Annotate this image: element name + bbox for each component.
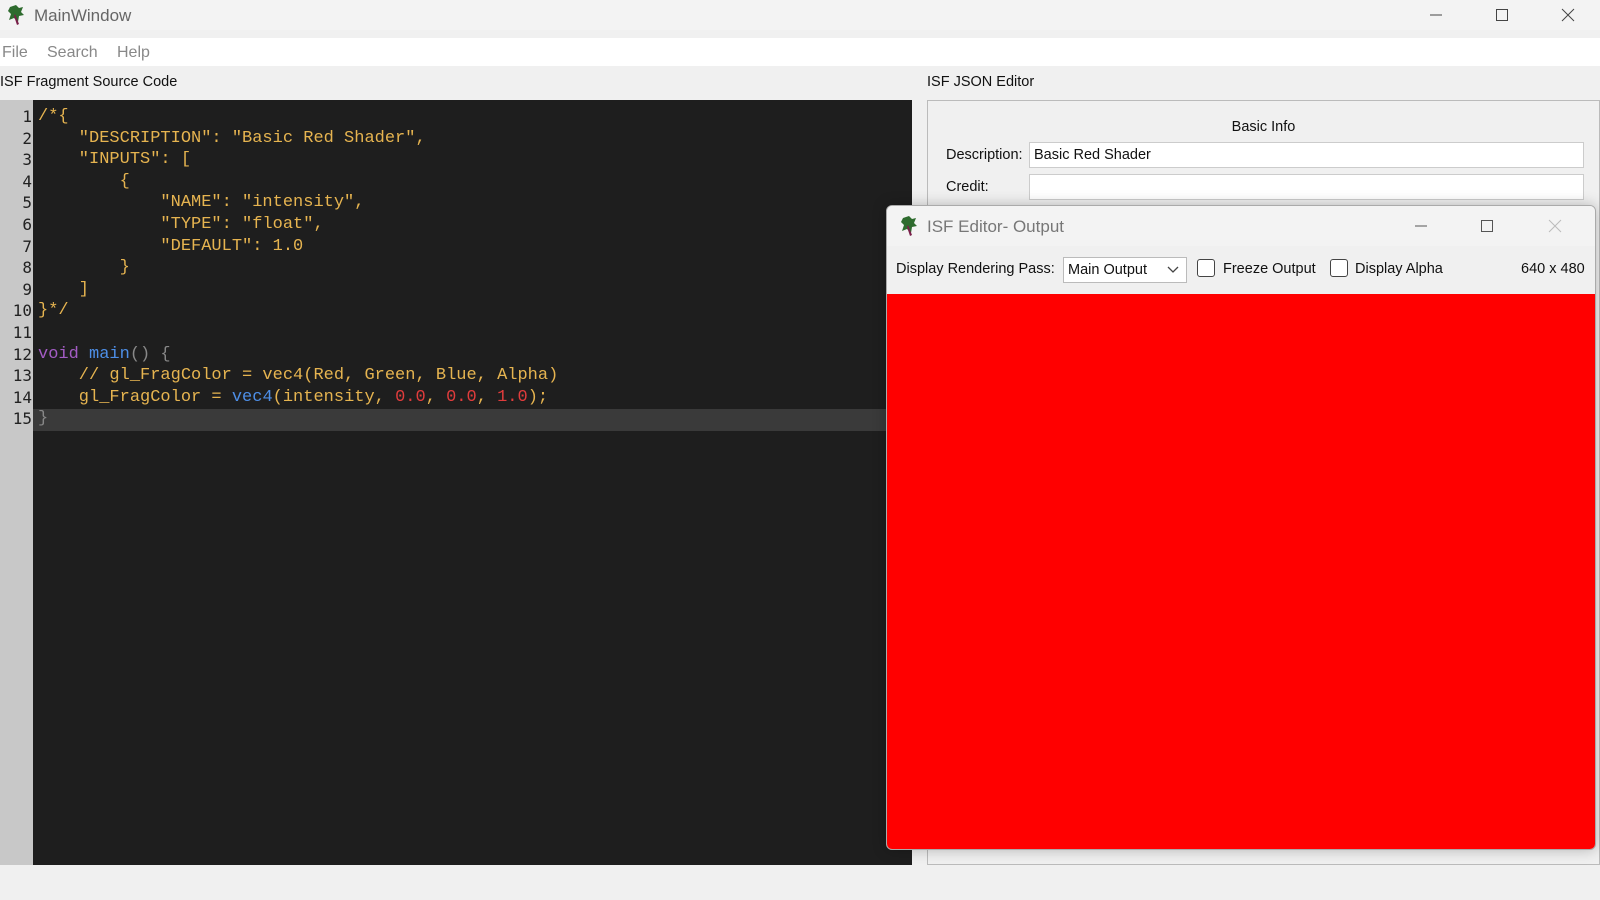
code-line: } — [38, 258, 130, 278]
menu-bar: File Search Help — [0, 38, 1600, 66]
code-line: }*/ — [38, 301, 69, 321]
code-token: (intensity, — [272, 387, 396, 407]
rendering-pass-label: Display Rendering Pass: — [896, 261, 1055, 277]
resolution-readout: 640 x 480 — [1521, 261, 1585, 277]
freeze-output-checkbox[interactable] — [1197, 259, 1215, 277]
line-number: 13 — [12, 366, 32, 386]
rendering-pass-select[interactable]: Main Output — [1063, 257, 1187, 283]
status-bar — [0, 865, 1600, 900]
code-line: } — [38, 409, 49, 429]
code-token: , — [476, 387, 498, 407]
output-window-title: ISF Editor- Output — [927, 217, 1064, 236]
output-maximize-button[interactable] — [1453, 211, 1521, 241]
app-icon — [8, 5, 24, 25]
code-token: () { — [129, 344, 171, 364]
function-token: vec4 — [231, 387, 273, 407]
minimize-icon — [1430, 14, 1442, 16]
close-button[interactable] — [1534, 0, 1600, 30]
freeze-output-label: Freeze Output — [1223, 261, 1316, 277]
chevron-down-icon — [1167, 266, 1179, 273]
code-token: gl_FragColor = — [38, 387, 232, 407]
code-line: { — [38, 171, 130, 191]
menu-help[interactable]: Help — [117, 44, 150, 62]
maximize-button[interactable] — [1468, 0, 1536, 30]
code-token: ); — [527, 387, 549, 407]
render-output-surface — [887, 294, 1595, 849]
maximize-icon — [1496, 9, 1508, 21]
code-line: "TYPE": "float", — [38, 215, 324, 234]
line-number: 2 — [22, 128, 32, 148]
source-pane-label: ISF Fragment Source Code — [0, 74, 178, 90]
line-number: 12 — [12, 344, 32, 364]
keyword-token: void — [38, 344, 79, 364]
description-label: Description: — [946, 147, 1023, 163]
display-alpha-checkbox[interactable] — [1330, 259, 1348, 277]
current-line-highlight — [33, 409, 912, 431]
code-line: ] — [38, 279, 90, 299]
line-number: 5 — [22, 193, 32, 213]
output-window: ISF Editor- Output Display Rendering Pas… — [886, 205, 1596, 850]
line-number: 9 — [22, 279, 32, 299]
menu-search[interactable]: Search — [47, 44, 98, 62]
description-field[interactable]: Basic Red Shader — [1029, 142, 1584, 168]
code-token: , — [425, 387, 447, 407]
number-token: 0.0 — [446, 387, 477, 407]
output-toolbar: Display Rendering Pass: Main Output Free… — [887, 246, 1595, 292]
rendering-pass-value: Main Output — [1068, 262, 1147, 278]
line-number: 15 — [12, 409, 32, 429]
code-line: void main() { — [38, 344, 171, 366]
minimize-button[interactable] — [1402, 0, 1470, 30]
line-number: 8 — [22, 258, 32, 278]
app-icon — [901, 216, 917, 236]
number-token: 0.0 — [395, 387, 426, 407]
line-number: 6 — [22, 215, 32, 234]
line-number: 3 — [22, 150, 32, 170]
code-line: /*{ — [38, 107, 69, 126]
credit-label: Credit: — [946, 179, 989, 195]
maximize-icon — [1481, 220, 1493, 232]
code-line: // gl_FragColor = vec4(Red, Green, Blue,… — [38, 366, 559, 386]
display-alpha-label: Display Alpha — [1355, 261, 1443, 277]
output-close-button[interactable] — [1521, 211, 1589, 241]
code-line: "DESCRIPTION": "Basic Red Shader", — [38, 128, 426, 148]
menu-file[interactable]: File — [2, 44, 28, 62]
window-title: MainWindow — [34, 6, 132, 25]
line-number: 10 — [12, 301, 32, 321]
line-number: 4 — [22, 171, 32, 191]
code-editor[interactable]: 1 2 3 4 5 6 7 8 9 10 11 12 13 14 15 /*{ … — [0, 100, 912, 865]
json-editor-label: ISF JSON Editor — [927, 74, 1035, 90]
line-number: 7 — [22, 236, 32, 256]
number-token: 1.0 — [497, 387, 528, 407]
credit-field[interactable] — [1029, 174, 1584, 200]
code-line: gl_FragColor = vec4(intensity, 0.0, 0.0,… — [38, 387, 548, 409]
function-token: main — [78, 344, 130, 364]
basic-info-title: Basic Info — [1231, 119, 1296, 135]
close-icon — [1561, 8, 1575, 22]
line-number: 1 — [22, 107, 32, 126]
code-line: "INPUTS": [ — [38, 150, 192, 170]
line-number: 14 — [12, 387, 32, 407]
code-line: "DEFAULT": 1.0 — [38, 236, 304, 256]
minimize-icon — [1415, 225, 1427, 227]
output-minimize-button[interactable] — [1387, 211, 1455, 241]
line-number: 11 — [12, 323, 32, 342]
line-number-gutter: 1 2 3 4 5 6 7 8 9 10 11 12 13 14 15 — [0, 100, 33, 865]
code-line: "NAME": "intensity", — [38, 193, 365, 213]
close-icon — [1548, 219, 1562, 233]
output-titlebar: ISF Editor- Output — [887, 206, 1595, 246]
main-titlebar: MainWindow — [0, 0, 1600, 30]
